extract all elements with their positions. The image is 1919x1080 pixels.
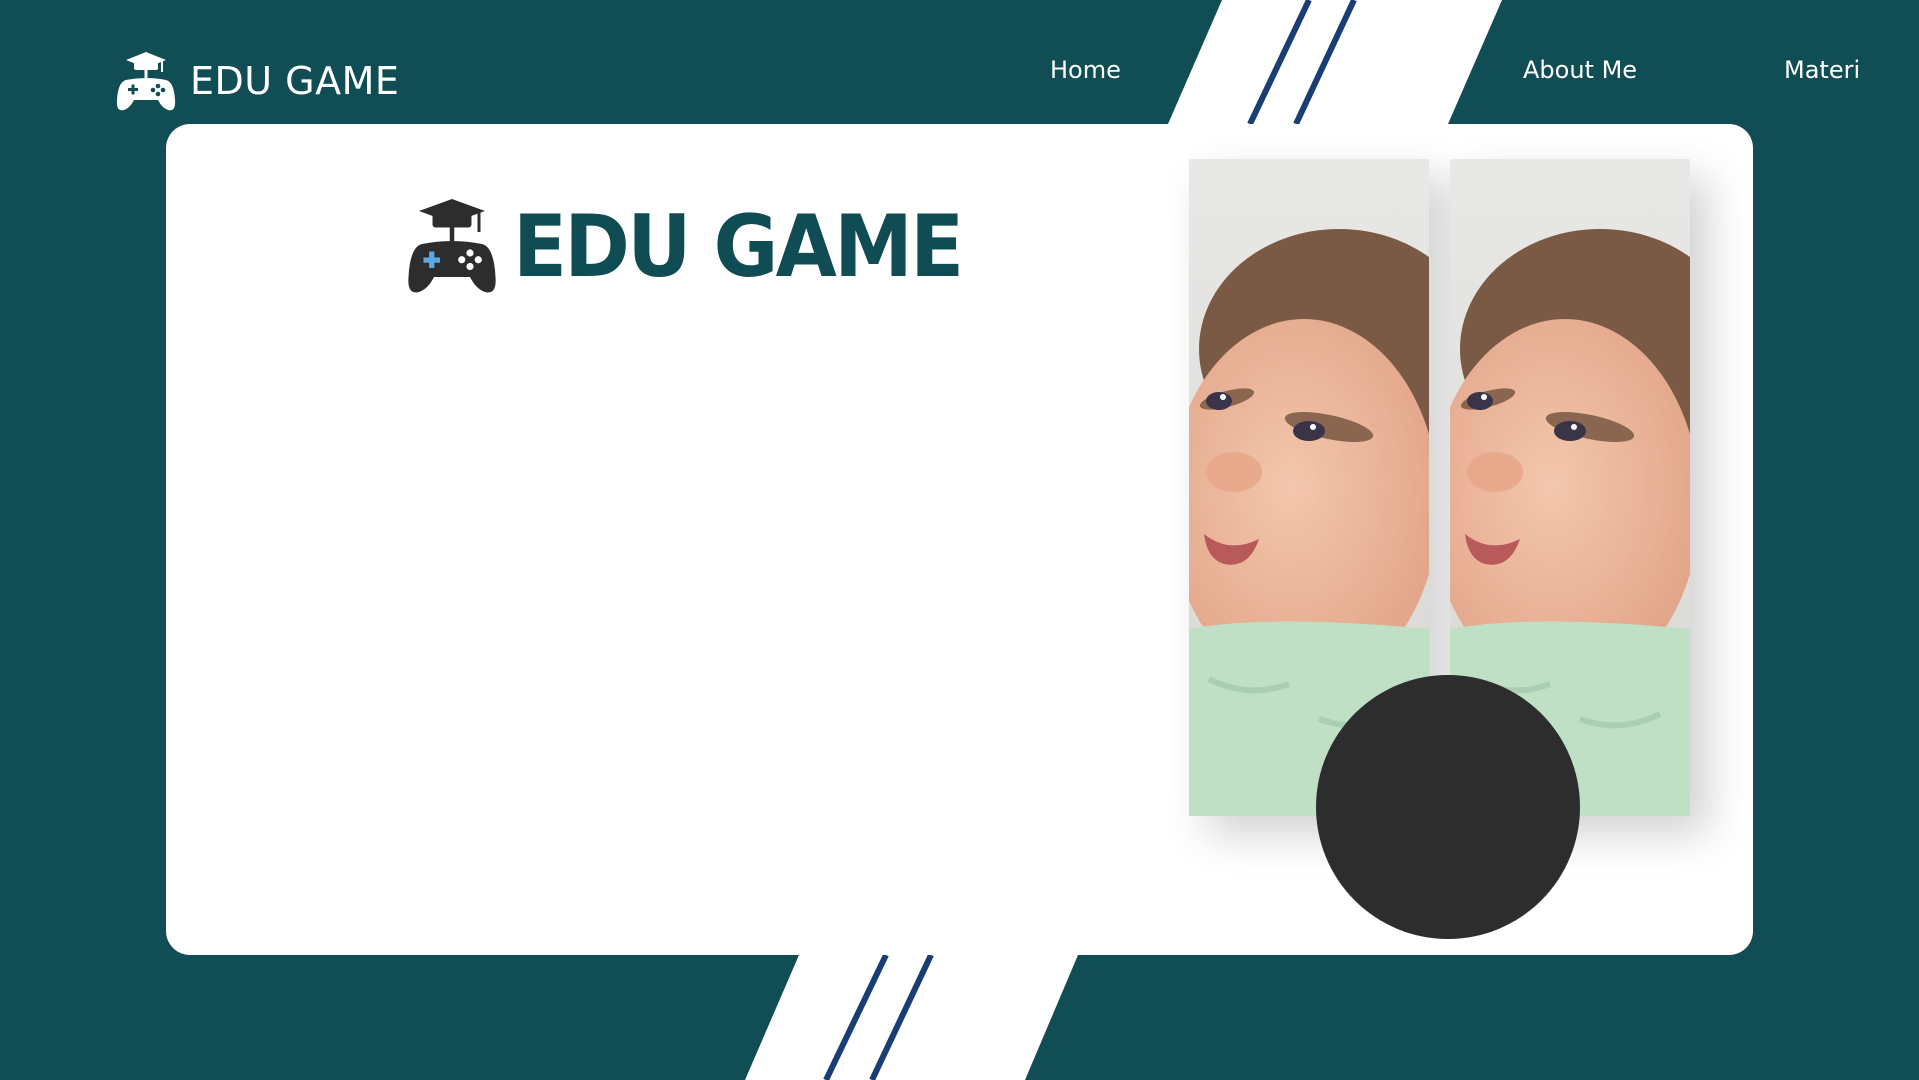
- page: EDU GAME Home About Me Materi EDU GAME: [0, 0, 1919, 1080]
- hero-logo-text: EDU GAME: [513, 197, 964, 297]
- bottom-diagonal-band: [745, 955, 1078, 1080]
- gamepad-graduation-cap-icon: [116, 52, 176, 111]
- header-brand[interactable]: EDU GAME: [116, 46, 399, 116]
- nav-about-link[interactable]: About Me: [1523, 56, 1637, 84]
- top-diagonal-band: [1168, 0, 1502, 124]
- gamepad-graduation-cap-icon: [408, 199, 496, 293]
- brand-name: EDU GAME: [190, 59, 400, 103]
- nav-materi-link[interactable]: Materi: [1784, 56, 1860, 84]
- dark-circle-decoration: [1316, 675, 1580, 939]
- nav-home-link[interactable]: Home: [1050, 56, 1121, 84]
- hero-logo: EDU GAME: [407, 196, 1000, 298]
